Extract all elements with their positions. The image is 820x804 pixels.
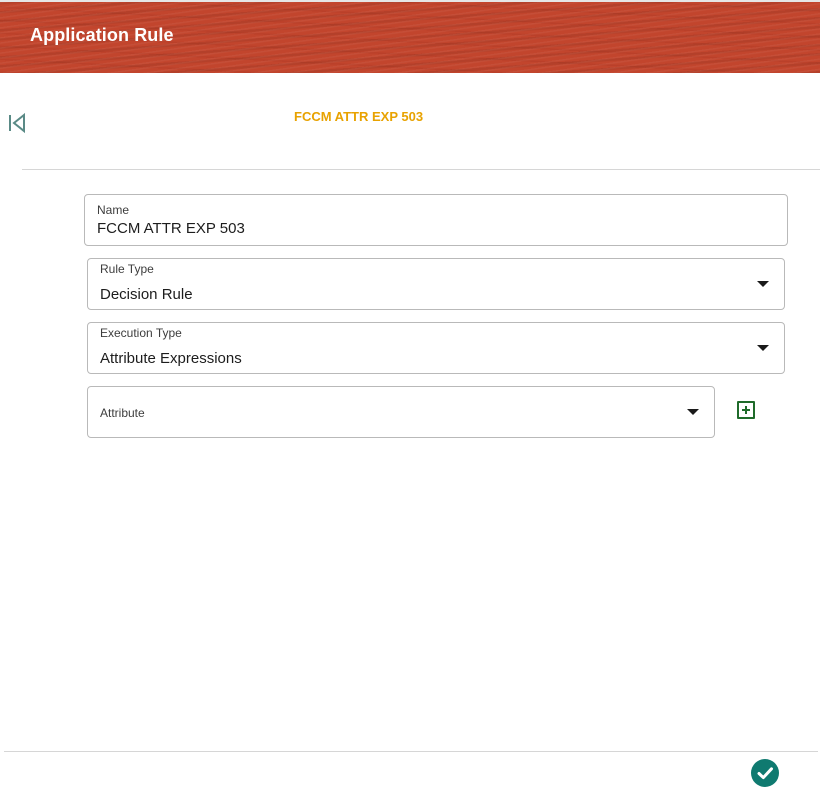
name-value: FCCM ATTR EXP 503 (97, 220, 245, 237)
rule-type-value: Decision Rule (100, 286, 193, 303)
check-circle-icon (757, 767, 773, 780)
attribute-select[interactable]: Attribute (87, 386, 715, 438)
app-header: Application Rule (0, 0, 820, 73)
rule-type-label: Rule Type (100, 262, 154, 276)
execution-type-label: Execution Type (100, 326, 182, 340)
name-field[interactable]: Name FCCM ATTR EXP 503 (84, 194, 788, 246)
execution-type-select[interactable]: Execution Type Attribute Expressions (87, 322, 785, 374)
divider (22, 169, 820, 170)
app-title: Application Rule (30, 25, 174, 45)
add-attribute-button[interactable] (737, 401, 755, 419)
name-label: Name (97, 203, 130, 217)
execution-type-value: Attribute Expressions (100, 350, 242, 367)
chevron-down-icon[interactable] (757, 345, 769, 351)
chevron-down-icon[interactable] (687, 409, 699, 415)
footer-divider (4, 751, 818, 752)
record-title: FCCM ATTR EXP 503 (294, 109, 424, 124)
chevron-down-icon[interactable] (757, 281, 769, 287)
submit-button[interactable] (751, 759, 779, 787)
attribute-label: Attribute (100, 406, 145, 420)
back-to-first-button[interactable] (6, 111, 28, 135)
first-page-icon (9, 112, 25, 134)
rule-type-select[interactable]: Rule Type Decision Rule (87, 258, 785, 310)
